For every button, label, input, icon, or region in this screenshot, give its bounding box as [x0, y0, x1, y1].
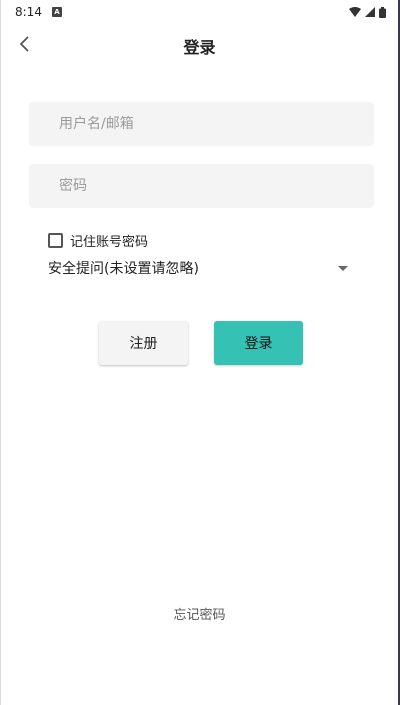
remember-label: 记住账号密码	[70, 235, 149, 250]
forgot-password-link[interactable]: 忘记密码	[173, 608, 225, 623]
app-bar: 登录	[1, 24, 398, 66]
status-icons	[349, 6, 386, 18]
remember-checkbox[interactable]	[48, 233, 63, 248]
page-title: 登录	[183, 38, 216, 57]
signal-icon	[365, 7, 375, 17]
security-question-value: 安全提问(未设置请忽略)	[48, 261, 199, 277]
login-screen: 8:14 A 登录 记住账号密码 安	[0, 0, 400, 705]
forgot-password-row: 忘记密码	[1, 604, 398, 623]
battery-icon	[379, 6, 386, 18]
remember-checkbox-row[interactable]: 记住账号密码	[48, 231, 148, 250]
status-time: 8:14	[15, 5, 42, 19]
password-input[interactable]	[29, 164, 374, 208]
username-input[interactable]	[29, 102, 374, 146]
register-button[interactable]: 注册	[99, 321, 188, 365]
wifi-icon	[349, 7, 361, 17]
dropdown-caret-icon	[338, 265, 348, 271]
notification-icon: A	[51, 7, 62, 17]
login-button[interactable]: 登录	[214, 321, 303, 365]
status-bar: 8:14 A	[1, 0, 398, 24]
security-question-select[interactable]: 安全提问(未设置请忽略)	[48, 256, 348, 280]
